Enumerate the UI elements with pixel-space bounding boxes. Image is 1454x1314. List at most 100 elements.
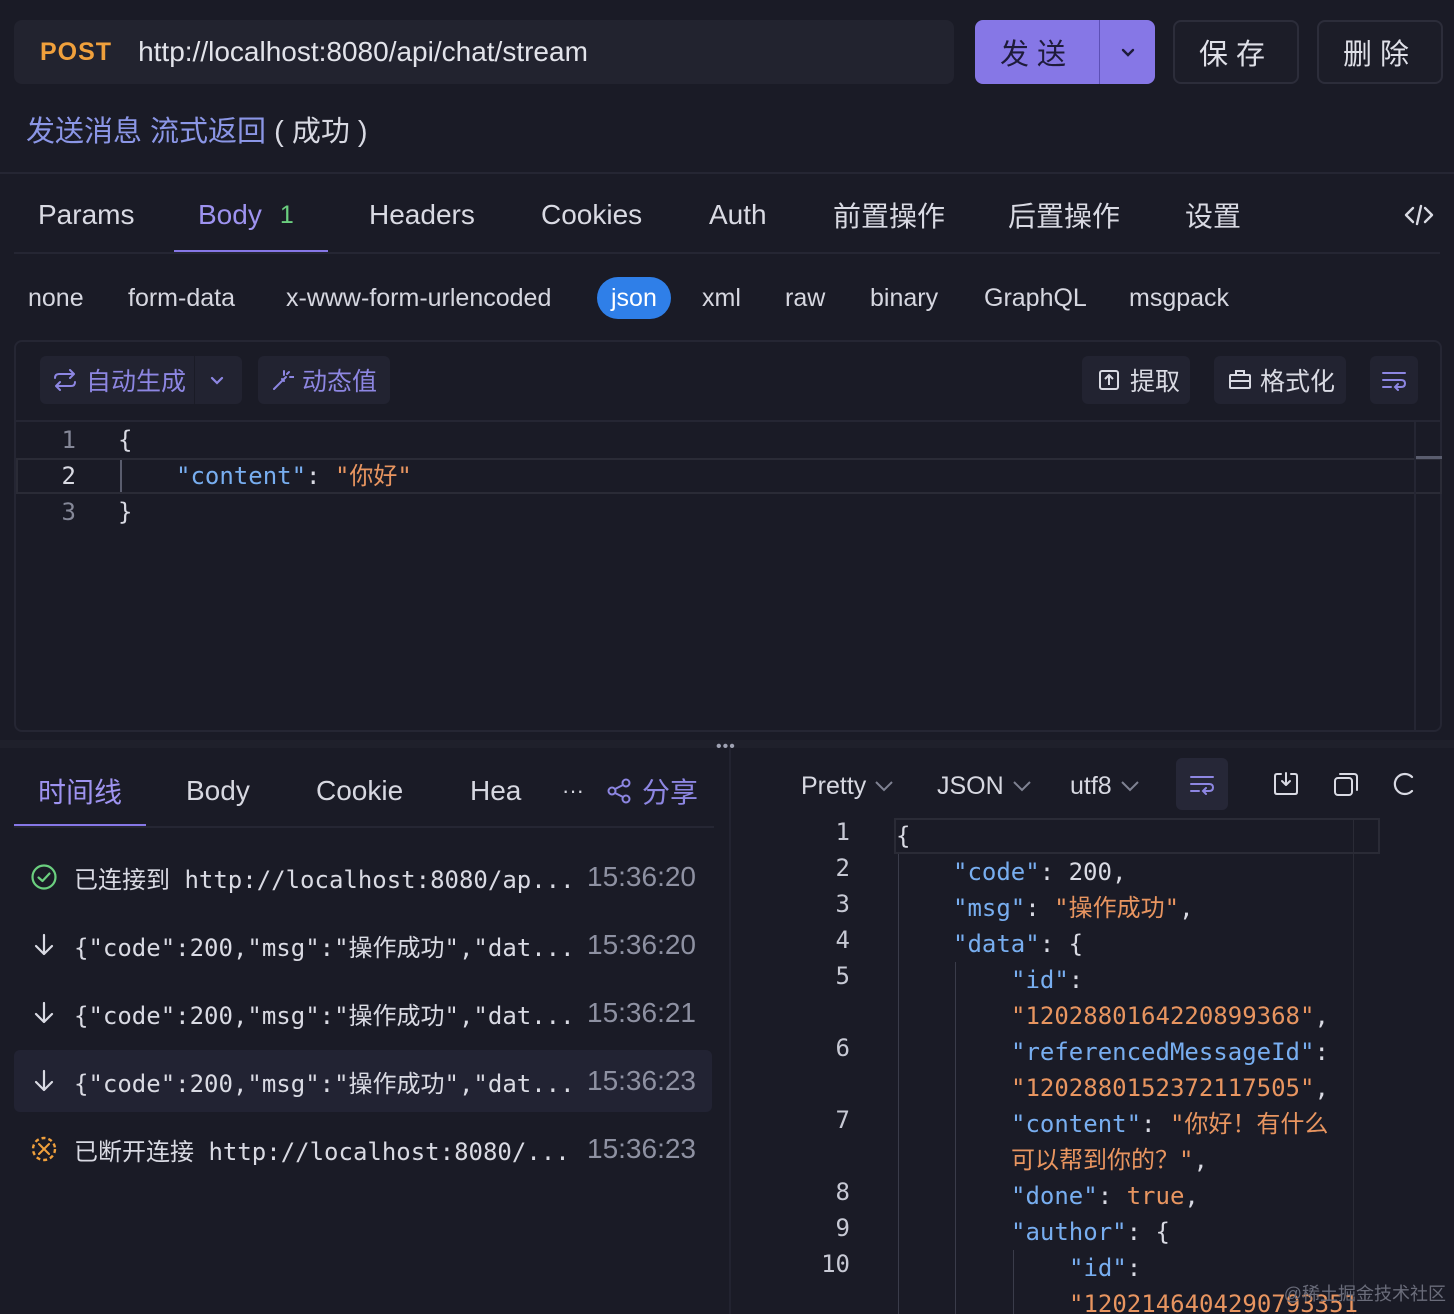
send-button[interactable]: 发送 bbox=[975, 20, 1155, 84]
tab-auth[interactable]: Auth bbox=[709, 176, 767, 254]
tab-timeline[interactable]: 时间线 bbox=[38, 764, 122, 818]
tab-post-operations[interactable]: 后置操作 bbox=[1008, 176, 1120, 254]
timeline-text: 已断开连接 http://localhost:8080/... bbox=[74, 1137, 570, 1166]
timeline-time: 15:36:20 bbox=[587, 929, 696, 960]
tab-body[interactable]: Body 1 bbox=[198, 176, 294, 254]
format-select[interactable]: JSON bbox=[937, 766, 1032, 806]
request-title: 发送消息 流式返回 ( 成功 ) bbox=[26, 108, 368, 150]
timeline-row[interactable]: {"code":200,"msg":"操作成功","dat... 15:36:2… bbox=[14, 982, 712, 1044]
timeline-row[interactable]: 已断开连接 http://localhost:8080/... 15:36:23 bbox=[14, 1118, 712, 1180]
chevron-down-icon bbox=[875, 781, 894, 792]
code-icon[interactable] bbox=[1404, 176, 1434, 254]
line-number: 2 bbox=[835, 854, 850, 882]
encoding-select[interactable]: utf8 bbox=[1070, 766, 1140, 806]
auto-generate-button[interactable]: 自动生成 bbox=[40, 356, 242, 404]
current-line-highlight bbox=[894, 818, 1380, 854]
panel-splitter[interactable]: ••• bbox=[0, 738, 1454, 755]
tab-response-body[interactable]: Body bbox=[186, 764, 250, 818]
format-button[interactable]: 格式化 bbox=[1214, 356, 1346, 404]
word-wrap-icon[interactable] bbox=[1176, 758, 1228, 810]
arrow-down-icon bbox=[14, 1069, 74, 1093]
tab-settings[interactable]: 设置 bbox=[1185, 176, 1241, 254]
line-number: 7 bbox=[835, 1106, 850, 1134]
share-button[interactable]: 分享 bbox=[606, 764, 698, 818]
format-label: 格式化 bbox=[1260, 368, 1336, 396]
code-line: 1 { bbox=[61, 426, 133, 454]
more-tabs-button[interactable]: ··· bbox=[562, 764, 584, 818]
view-mode-select[interactable]: Pretty bbox=[801, 766, 894, 806]
tab-response-headers[interactable]: Hea bbox=[470, 764, 521, 818]
text-cursor bbox=[120, 460, 122, 492]
body-type-msgpack[interactable]: msgpack bbox=[1129, 277, 1229, 319]
divider bbox=[0, 172, 1454, 174]
line-number: 8 bbox=[835, 1178, 850, 1206]
timeline-row[interactable]: {"code":200,"msg":"操作成功","dat... 15:36:2… bbox=[14, 914, 712, 976]
request-tabs: Params Body 1 Headers Cookies Auth 前置操作 后… bbox=[14, 176, 1440, 254]
tab-pre-operations[interactable]: 前置操作 bbox=[833, 176, 945, 254]
body-type-xml[interactable]: xml bbox=[702, 277, 741, 319]
disconnect-icon bbox=[14, 1135, 74, 1163]
scrollbar-thumb[interactable] bbox=[1416, 456, 1442, 459]
dynamic-value-button[interactable]: 动态值 bbox=[258, 356, 390, 404]
timeline-time: 15:36:23 bbox=[587, 1065, 696, 1096]
line-number: 3 bbox=[835, 890, 850, 918]
arrow-down-icon bbox=[14, 933, 74, 957]
delete-button[interactable]: 删除 bbox=[1317, 20, 1443, 84]
share-icon bbox=[606, 778, 632, 804]
save-button[interactable]: 保存 bbox=[1173, 20, 1299, 84]
timeline-time: 15:36:21 bbox=[587, 997, 696, 1028]
refresh-icon[interactable] bbox=[1378, 758, 1430, 810]
timeline-text: {"code":200,"msg":"操作成功","dat... bbox=[74, 1069, 574, 1098]
timeline-text: {"code":200,"msg":"操作成功","dat... bbox=[74, 1001, 574, 1030]
request-name[interactable]: 发送消息 流式返回 bbox=[26, 116, 266, 148]
drag-handle-icon[interactable]: ••• bbox=[716, 738, 736, 756]
dynamic-value-label: 动态值 bbox=[302, 368, 378, 396]
url-bar[interactable]: POST http://localhost:8080/api/chat/stre… bbox=[14, 20, 954, 84]
format-icon bbox=[1228, 369, 1252, 391]
body-type-form-data[interactable]: form-data bbox=[128, 277, 235, 319]
http-method[interactable]: POST bbox=[40, 38, 112, 67]
body-type-json[interactable]: json bbox=[597, 277, 671, 319]
line-number: 10 bbox=[821, 1250, 850, 1278]
body-type-graphql[interactable]: GraphQL bbox=[984, 277, 1087, 319]
timeline-row-selected[interactable]: {"code":200,"msg":"操作成功","dat... 15:36:2… bbox=[14, 1050, 712, 1112]
arrow-down-icon bbox=[14, 1001, 74, 1025]
check-circle-icon bbox=[14, 863, 74, 891]
body-editor[interactable]: 自动生成 动态值 提取 格式化 1 {2 "content": "你好" 3 … bbox=[14, 340, 1442, 732]
editor-toolbar: 自动生成 动态值 提取 格式化 bbox=[16, 342, 1440, 422]
extract-label: 提取 bbox=[1130, 368, 1181, 396]
timeline-row[interactable]: 已连接到 http://localhost:8080/ap... 15:36:2… bbox=[14, 846, 712, 908]
line-number: 4 bbox=[835, 926, 850, 954]
divider bbox=[14, 826, 714, 828]
tab-headers[interactable]: Headers bbox=[369, 176, 475, 254]
auto-generate-label: 自动生成 bbox=[86, 368, 187, 396]
body-type-urlencoded[interactable]: x-www-form-urlencoded bbox=[286, 277, 551, 319]
tab-params[interactable]: Params bbox=[38, 176, 134, 254]
request-status: ( 成功 ) bbox=[274, 116, 368, 148]
body-type-binary[interactable]: binary bbox=[870, 277, 938, 319]
copy-icon[interactable] bbox=[1320, 758, 1372, 810]
chevron-down-icon[interactable] bbox=[208, 371, 226, 389]
magic-wand-icon bbox=[272, 369, 294, 391]
line-number: 9 bbox=[835, 1214, 850, 1242]
share-label: 分享 bbox=[642, 777, 699, 808]
line-number: 6 bbox=[835, 1034, 850, 1062]
tab-cookies[interactable]: Cookies bbox=[541, 176, 642, 254]
body-type-raw[interactable]: raw bbox=[785, 277, 825, 319]
send-button-label[interactable]: 发送 bbox=[975, 31, 1099, 73]
chevron-down-icon[interactable] bbox=[1100, 43, 1155, 61]
tab-response-cookie[interactable]: Cookie bbox=[316, 764, 403, 818]
download-icon[interactable] bbox=[1260, 758, 1312, 810]
watermark: @稀土掘金技术社区 bbox=[1283, 1284, 1446, 1304]
line-number: 1 bbox=[835, 818, 850, 846]
vertical-splitter[interactable] bbox=[729, 748, 731, 1314]
scrollbar-track[interactable] bbox=[1414, 422, 1416, 732]
timeline-text: 已连接到 http://localhost:8080/ap... bbox=[74, 865, 574, 894]
chevron-down-icon bbox=[1120, 781, 1139, 792]
extract-icon bbox=[1098, 369, 1120, 391]
extract-button[interactable]: 提取 bbox=[1082, 356, 1190, 404]
word-wrap-icon[interactable] bbox=[1370, 356, 1418, 404]
code-line: 3 } bbox=[61, 498, 133, 526]
url-input[interactable]: http://localhost:8080/api/chat/stream bbox=[138, 36, 588, 68]
body-type-none[interactable]: none bbox=[28, 277, 84, 319]
